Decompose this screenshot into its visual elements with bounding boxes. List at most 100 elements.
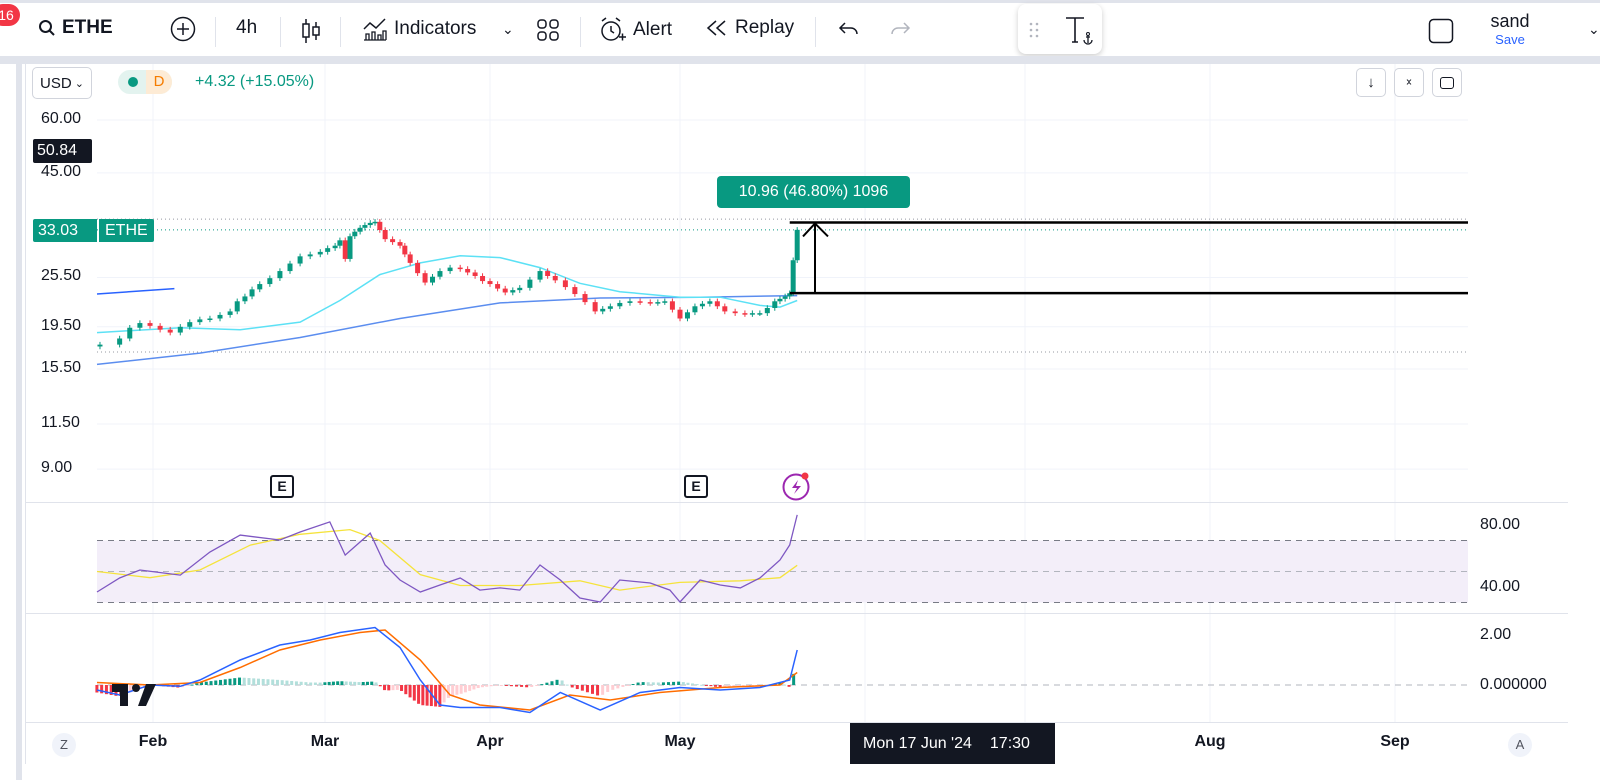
macd-histogram-bar — [545, 682, 549, 685]
macd-histogram-bar — [336, 681, 340, 685]
candle-body — [249, 289, 255, 297]
macd-histogram-bar — [565, 684, 569, 686]
candle-body — [307, 254, 313, 257]
candle-body — [714, 301, 720, 307]
candle-body — [487, 281, 493, 285]
macd-histogram-bar — [408, 685, 412, 698]
candle-body — [647, 302, 653, 304]
last-price-label: 33.03 — [33, 219, 97, 242]
macd-histogram-bar — [494, 685, 498, 686]
tradingview-logo[interactable] — [112, 684, 156, 706]
maximize-pane-button[interactable] — [1432, 68, 1462, 97]
macd-histogram-bar — [626, 685, 630, 686]
candle-body — [502, 288, 508, 293]
candle-body — [465, 268, 471, 273]
scroll-down-button[interactable]: ↓ — [1356, 68, 1386, 97]
candle-body — [517, 287, 523, 291]
moving-average-slow-line — [96, 294, 798, 366]
macd-histogram-bar — [299, 681, 303, 685]
last-price-symbol-label: ETHE — [99, 219, 154, 242]
candle-body — [377, 221, 383, 231]
collapse-pane-button[interactable]: ⌄ ⌃ — [1394, 68, 1424, 97]
macd-histogram-bar — [611, 685, 615, 690]
price-axis-tick: 11.50 — [41, 413, 80, 431]
candle-body — [397, 242, 403, 246]
macd-histogram-bar — [509, 685, 513, 687]
macd-histogram-bar — [327, 681, 331, 685]
macd-histogram-bar — [677, 681, 681, 685]
currency-label: USD — [40, 74, 72, 92]
pane-divider — [0, 63, 1600, 64]
macd-histogram-bar — [646, 682, 650, 685]
macd-histogram-bar — [782, 684, 786, 686]
macd-histogram-bar — [515, 685, 518, 687]
candle-body — [157, 325, 163, 330]
auto-scale-button[interactable]: A — [1508, 733, 1532, 757]
candle-body — [407, 254, 413, 263]
candle-body — [447, 267, 453, 272]
market-open-dot-icon — [128, 77, 138, 87]
macd-histogram-bar — [709, 685, 713, 687]
macd-histogram-bar — [695, 684, 699, 686]
chart-canvas[interactable] — [0, 0, 1600, 780]
macd-histogram-bar — [787, 685, 791, 687]
macd-histogram-bar — [323, 682, 327, 685]
macd-histogram-bar — [700, 684, 704, 686]
candle-body — [234, 301, 240, 312]
lightning-news-icon[interactable] — [781, 470, 813, 502]
macd-histogram-bar — [434, 685, 438, 707]
macd-histogram-bar — [681, 682, 685, 685]
macd-histogram-bar — [656, 682, 660, 685]
time-axis-label: Sep — [1380, 733, 1410, 750]
price-axis-tick: 60.00 — [41, 110, 82, 127]
macd-histogram-bar — [540, 684, 544, 686]
earnings-marker[interactable]: E — [684, 475, 708, 498]
rsi-axis-tick: 80.00 — [1480, 516, 1521, 533]
candle-body — [332, 245, 338, 249]
macd-histogram-bar — [374, 682, 378, 685]
crosshair-date: Mon 17 Jun '24 — [863, 735, 972, 752]
candle-body — [480, 276, 486, 282]
macd-histogram-bar — [591, 685, 594, 694]
macd-histogram-bar — [489, 685, 493, 687]
macd-histogram-bar — [247, 678, 251, 685]
price-axis-tick: 19.50 — [41, 316, 82, 334]
candle-body — [267, 278, 273, 285]
candle-body — [390, 239, 396, 243]
pane-border — [25, 63, 26, 764]
candle-body — [684, 312, 690, 319]
currency-select[interactable]: USD ⌄ — [32, 67, 92, 99]
candle-body — [617, 302, 623, 307]
candle-body — [537, 271, 543, 280]
macd-histogram-bar — [480, 685, 484, 688]
macd-histogram-bar — [100, 685, 104, 694]
candle-body — [297, 256, 303, 264]
macd-histogram-bar — [530, 685, 534, 687]
price-axis-tick: 25.50 — [41, 267, 82, 285]
candle-body — [197, 319, 203, 323]
macd-histogram-bar — [550, 681, 554, 685]
candle-body — [732, 311, 738, 314]
macd-histogram-bar — [555, 679, 559, 685]
macd-histogram-bar — [585, 685, 589, 693]
earnings-marker[interactable]: E — [270, 475, 294, 498]
candle-body — [242, 296, 248, 302]
macd-histogram-bar — [404, 685, 408, 695]
price-change: +4.32 (+15.05%) — [195, 73, 315, 90]
macd-histogram-bar — [261, 678, 265, 685]
macd-histogram-bar — [290, 680, 294, 685]
delayed-data-badge: D — [146, 70, 172, 94]
candle-body — [372, 221, 378, 224]
candle-body — [137, 323, 143, 328]
zoom-button[interactable]: Z — [52, 733, 76, 757]
crosshair-time-label: Mon 17 Jun '24 17:30 — [850, 723, 1055, 764]
macd-histogram-bar — [95, 685, 99, 693]
candle-body — [342, 240, 348, 259]
macd-histogram-bar — [383, 685, 387, 691]
market-status-badge[interactable]: D — [118, 70, 172, 94]
macd-histogram-bar — [256, 678, 260, 685]
candle-body — [669, 301, 675, 310]
chevron-down-icon: ⌄ — [74, 77, 84, 90]
macd-histogram-bar — [606, 685, 610, 692]
macd-histogram-bar — [228, 678, 232, 685]
